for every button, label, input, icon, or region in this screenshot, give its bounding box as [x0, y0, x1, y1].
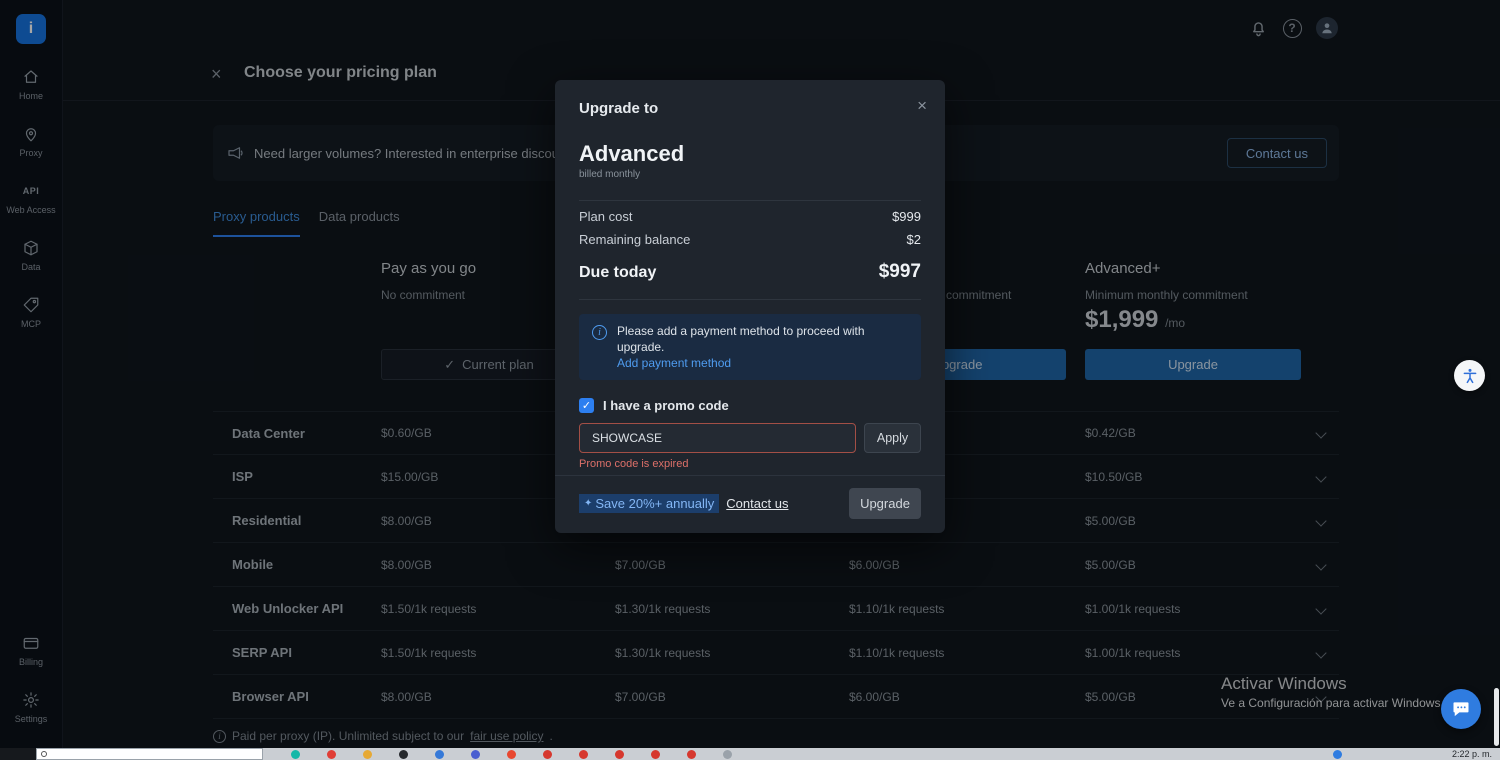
- accessibility-icon: [1463, 368, 1476, 383]
- app-red-4-icon[interactable]: [615, 749, 624, 759]
- taskbar-search-box[interactable]: [36, 748, 263, 760]
- billing-cycle: billed monthly: [579, 169, 641, 180]
- chat-bubble-icon: [1453, 702, 1469, 717]
- modal-contact-us-link[interactable]: Contact us: [726, 496, 788, 511]
- apply-promo-button[interactable]: Apply: [864, 423, 921, 453]
- taskbar-tray: 2:22 p. m.: [1332, 749, 1492, 759]
- promo-code-toggle: ✓ I have a promo code: [579, 398, 921, 413]
- promo-checkbox[interactable]: ✓: [579, 398, 594, 413]
- modal-title: Upgrade to: [579, 100, 659, 117]
- close-icon[interactable]: ×: [917, 96, 927, 116]
- due-label: Due today: [579, 264, 657, 281]
- line-item: Remaining balance $2: [579, 232, 921, 247]
- app-red-6-icon[interactable]: [687, 749, 696, 759]
- windows-activation-watermark: Activar Windows Ve a Configuración para …: [1221, 674, 1444, 710]
- save-annually-badge[interactable]: ✦ Save 20%+ annually: [579, 494, 720, 513]
- accessibility-widget-button[interactable]: [1454, 360, 1485, 391]
- add-payment-method-link[interactable]: Add payment method: [617, 356, 731, 370]
- line-item: Plan cost $999: [579, 209, 921, 224]
- modal-footer: ✦ Save 20%+ annually Contact us Upgrade: [555, 475, 945, 533]
- promo-error-text: Promo code is expired: [579, 458, 689, 470]
- upgrade-modal: Upgrade to × Advanced billed monthly Pla…: [555, 80, 945, 533]
- start-button[interactable]: [0, 748, 36, 760]
- taskbar-icons: [291, 749, 732, 759]
- app-orange-icon[interactable]: [507, 749, 516, 759]
- app-red-2-icon[interactable]: [543, 749, 552, 759]
- line-item-value: $999: [892, 209, 921, 224]
- search-icon: [41, 751, 47, 757]
- divider: [579, 200, 921, 201]
- taskbar-clock[interactable]: 2:22 p. m.: [1452, 749, 1492, 759]
- due-value: $997: [878, 261, 921, 282]
- file-icon[interactable]: [723, 749, 732, 759]
- modal-plan-name: Advanced: [579, 141, 685, 166]
- folder-icon[interactable]: [363, 749, 372, 759]
- line-item-label: Remaining balance: [579, 232, 691, 247]
- tray-app-icon[interactable]: [1332, 749, 1342, 759]
- watermark-title: Activar Windows: [1221, 674, 1347, 693]
- app-red-icon[interactable]: [327, 749, 336, 759]
- line-item-value: $2: [906, 232, 921, 247]
- app-red-5-icon[interactable]: [651, 749, 660, 759]
- modal-upgrade-button[interactable]: Upgrade: [849, 488, 921, 519]
- scrollbar-thumb[interactable]: [1494, 688, 1499, 746]
- promo-checkbox-label: I have a promo code: [603, 398, 729, 413]
- windows-taskbar: 2:22 p. m.: [0, 748, 1500, 760]
- promo-code-row: Apply: [579, 423, 921, 453]
- divider: [579, 299, 921, 300]
- promo-code-input[interactable]: [579, 423, 856, 453]
- payment-method-notice: i Please add a payment method to proceed…: [579, 314, 921, 380]
- app-blue-icon[interactable]: [435, 749, 444, 759]
- app-window: i Home Proxy API Web Access Data MCP Bil…: [0, 0, 1500, 760]
- line-item-label: Plan cost: [579, 209, 633, 224]
- app-multicolor-icon[interactable]: [471, 749, 480, 759]
- sparkle-icon: ✦: [584, 498, 593, 509]
- app-red-3-icon[interactable]: [579, 749, 588, 759]
- chat-widget-button[interactable]: [1441, 689, 1481, 729]
- due-today-row: Due today $997: [579, 261, 921, 283]
- info-icon: i: [592, 325, 607, 340]
- app-dark-icon[interactable]: [399, 749, 408, 759]
- notice-text: Please add a payment method to proceed w…: [617, 324, 865, 354]
- app-teal-icon[interactable]: [291, 749, 300, 759]
- watermark-subtitle: Ve a Configuración para activar Windows.: [1221, 696, 1444, 710]
